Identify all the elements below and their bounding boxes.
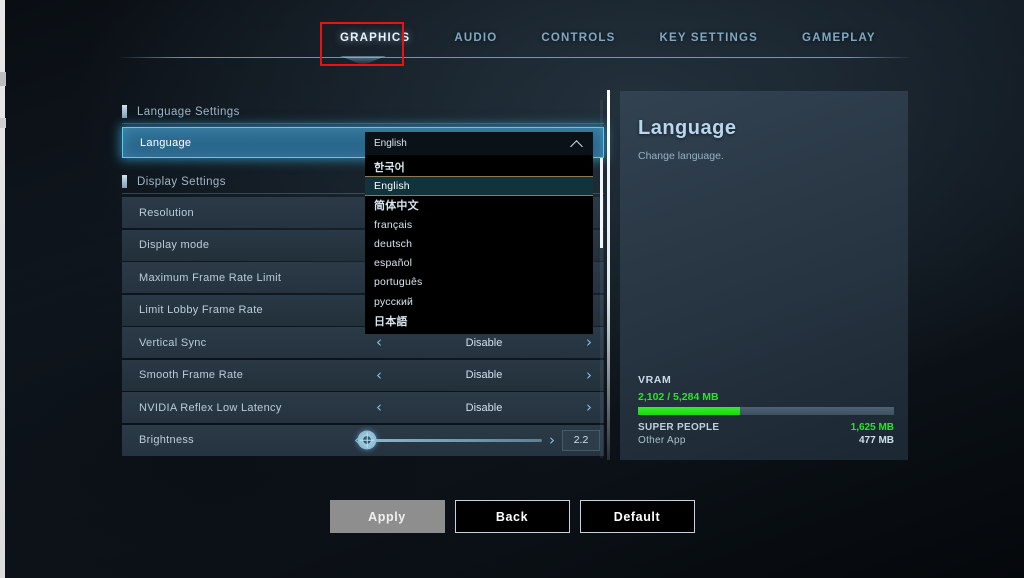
setting-label: Vertical Sync xyxy=(139,336,207,349)
vram-title: VRAM xyxy=(638,374,672,386)
language-option[interactable]: 日本語 xyxy=(365,311,593,330)
info-panel: Language Change language. VRAM 2,102 / 5… xyxy=(620,91,908,460)
language-dropdown-options: 한국어 English 简体中文 français deutsch español port… xyxy=(365,155,593,334)
setting-label: Smooth Frame Rate xyxy=(139,369,244,381)
brightness-increase-icon[interactable]: › xyxy=(549,432,555,448)
setting-label: Maximum Frame Rate Limit xyxy=(139,271,282,284)
background-window-sliver-mark-2 xyxy=(0,118,6,128)
language-dropdown-selected-value: English xyxy=(374,138,407,149)
stepper-next-icon[interactable]: › xyxy=(586,335,592,350)
settings-screen: GRAPHICS AUDIO CONTROLS KEY SETTINGS GAMEPLA… xyxy=(0,0,1024,578)
language-option[interactable]: 한국어 xyxy=(365,157,593,176)
vram-other-value: 477 MB xyxy=(858,435,894,446)
language-dropdown-toggle[interactable]: English xyxy=(365,132,593,155)
vram-other-label: Other App xyxy=(638,435,686,446)
tab-audio[interactable]: AUDIO xyxy=(432,26,519,50)
vram-progress-bar xyxy=(638,407,894,415)
panel-divider xyxy=(607,90,610,460)
stepper-next-icon[interactable]: › xyxy=(586,367,592,383)
setting-row-brightness[interactable]: Brightness ‹ › 2.2 xyxy=(122,424,604,456)
vram-row-other: Other App 477 MB xyxy=(638,435,894,446)
setting-label: NVIDIA Reflex Low Latency xyxy=(139,401,282,414)
info-panel-description: Change language. xyxy=(638,150,724,162)
setting-value: Disable xyxy=(465,336,503,349)
vram-app-label: SUPER PEOPLE xyxy=(638,422,720,433)
tab-list: GRAPHICS AUDIO CONTROLS KEY SETTINGS GAMEPLA… xyxy=(318,26,898,50)
tab-controls[interactable]: CONTROLS xyxy=(519,26,637,50)
setting-label-brightness: Brightness xyxy=(139,434,194,446)
setting-row-smooth-frame-rate[interactable]: Smooth Frame Rate ‹ Disable › xyxy=(122,359,604,391)
setting-stepper: ‹ Disable › xyxy=(364,360,604,391)
setting-row-nvidia-reflex-low-latency[interactable]: NVIDIA Reflex Low Latency ‹ Disable › xyxy=(122,392,604,423)
vram-widget: VRAM 2,102 / 5,284 MB SUPER PEOPLE 1,625… xyxy=(638,374,894,446)
setting-label: Display mode xyxy=(139,239,210,251)
section-title-language: Language Settings xyxy=(137,105,240,118)
brightness-control: ‹ › 2.2 xyxy=(354,425,604,456)
section-header-language: Language Settings xyxy=(122,100,604,124)
language-option[interactable]: español xyxy=(365,253,593,272)
stepper-next-icon[interactable]: › xyxy=(586,400,592,415)
tab-graphics[interactable]: GRAPHICS xyxy=(318,26,432,50)
setting-stepper: ‹ Disable › xyxy=(364,392,604,423)
language-option[interactable]: русский xyxy=(365,292,593,311)
brightness-slider[interactable] xyxy=(357,430,542,450)
section-marker-icon xyxy=(122,105,127,118)
setting-value: Disable xyxy=(465,401,503,414)
background-window-sliver xyxy=(0,0,5,578)
settings-scrollbar-track[interactable] xyxy=(600,100,603,458)
vram-app-value: 1,625 MB xyxy=(850,422,894,433)
apply-button[interactable]: Apply xyxy=(329,500,445,533)
tab-gameplay[interactable]: GAMEPLAY xyxy=(780,26,898,50)
brightness-slider-handle[interactable] xyxy=(357,430,377,450)
section-title-display: Display Settings xyxy=(137,175,226,188)
info-panel-title: Language xyxy=(638,117,737,139)
language-option[interactable]: English xyxy=(365,176,593,196)
setting-label-language: Language xyxy=(140,136,192,149)
language-option[interactable]: português xyxy=(365,273,593,292)
setting-label: Limit Lobby Frame Rate xyxy=(139,304,263,316)
default-button[interactable]: Default xyxy=(579,500,695,533)
language-option[interactable]: français xyxy=(365,215,593,234)
background-window-sliver-mark-1 xyxy=(0,72,6,86)
language-option[interactable]: 简体中文 xyxy=(365,196,593,215)
vram-progress-fill xyxy=(638,407,741,415)
language-option[interactable]: deutsch xyxy=(365,234,593,253)
vram-amount: 2,102 / 5,284 MB xyxy=(638,391,719,403)
back-button[interactable]: Back xyxy=(454,500,570,533)
section-marker-icon xyxy=(122,175,127,188)
setting-label: Resolution xyxy=(139,206,194,219)
brightness-value: 2.2 xyxy=(562,429,600,451)
vram-row-app: SUPER PEOPLE 1,625 MB xyxy=(638,422,894,433)
language-dropdown: English 한국어 English 简体中文 français deutsch esp… xyxy=(365,132,593,334)
chevron-up-icon xyxy=(571,140,584,148)
setting-value: Disable xyxy=(465,369,503,381)
settings-scrollbar-thumb[interactable] xyxy=(600,158,603,248)
tab-underline xyxy=(120,57,910,58)
footer-buttons: Apply Back Default xyxy=(0,500,1024,533)
tab-key-settings[interactable]: KEY SETTINGS xyxy=(638,26,781,50)
